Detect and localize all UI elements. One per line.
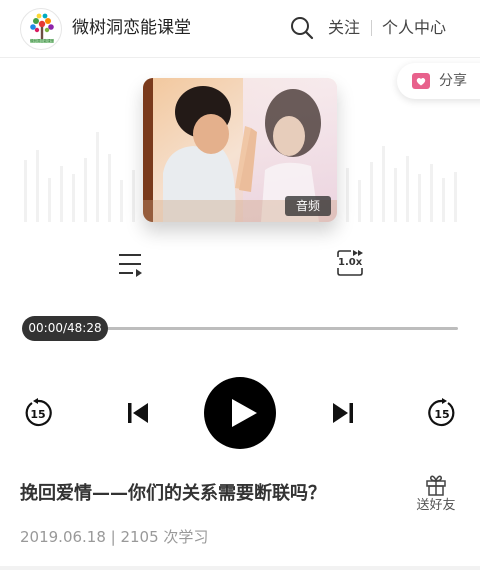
rewind-15-icon: 15 (25, 398, 52, 427)
forward-label: 15 (434, 408, 449, 421)
progress-handle[interactable]: 00:00/48:28 (22, 316, 108, 341)
heart-share-icon (412, 73, 430, 89)
gift-icon (426, 475, 446, 496)
search-button[interactable] (289, 15, 315, 41)
skip-previous-icon (128, 403, 148, 423)
lesson-meta: 2019.06.18 | 2105 次学习 (20, 528, 209, 546)
media-type-badge: 音频 (285, 196, 331, 216)
rewind-label: 15 (30, 408, 45, 421)
bottom-divider (0, 566, 480, 570)
speed-label: 1.0x (338, 257, 363, 268)
gift-label: 送好友 (416, 498, 456, 513)
forward-15-icon: 15 (428, 398, 455, 427)
follow-button[interactable]: 关注 (328, 17, 360, 39)
gift-to-friend-button[interactable]: 送好友 (410, 471, 462, 517)
tree-logo-icon: 微树洞恋能课堂 (30, 13, 54, 43)
app-logo[interactable]: 微树洞恋能课堂 (20, 8, 62, 50)
play-icon (232, 399, 257, 427)
playlist-button[interactable] (116, 251, 144, 277)
progress-track[interactable] (60, 327, 458, 330)
play-button[interactable] (204, 377, 276, 449)
share-button[interactable]: 分享 (397, 63, 480, 99)
share-label: 分享 (439, 73, 467, 89)
search-icon (291, 17, 314, 40)
rewind-15-button[interactable]: 15 (23, 398, 53, 428)
skip-next-icon (333, 403, 353, 423)
top-bar: 微树洞恋能课堂 微树洞恋能课堂 关注 个人中心 (0, 0, 480, 58)
user-center-link[interactable]: 个人中心 (382, 17, 446, 39)
previous-track-button[interactable] (125, 400, 151, 426)
playback-speed-button[interactable]: 1.0x (334, 248, 366, 278)
playlist-icon (119, 254, 142, 277)
forward-15-button[interactable]: 15 (427, 398, 457, 428)
next-track-button[interactable] (330, 400, 356, 426)
lesson-title: 挽回爱情——你们的关系需要断联吗？ (20, 483, 326, 504)
app-title: 微树洞恋能课堂 (72, 18, 191, 38)
header-divider (371, 20, 372, 36)
logo-text: 微树洞恋能课堂 (30, 38, 54, 43)
